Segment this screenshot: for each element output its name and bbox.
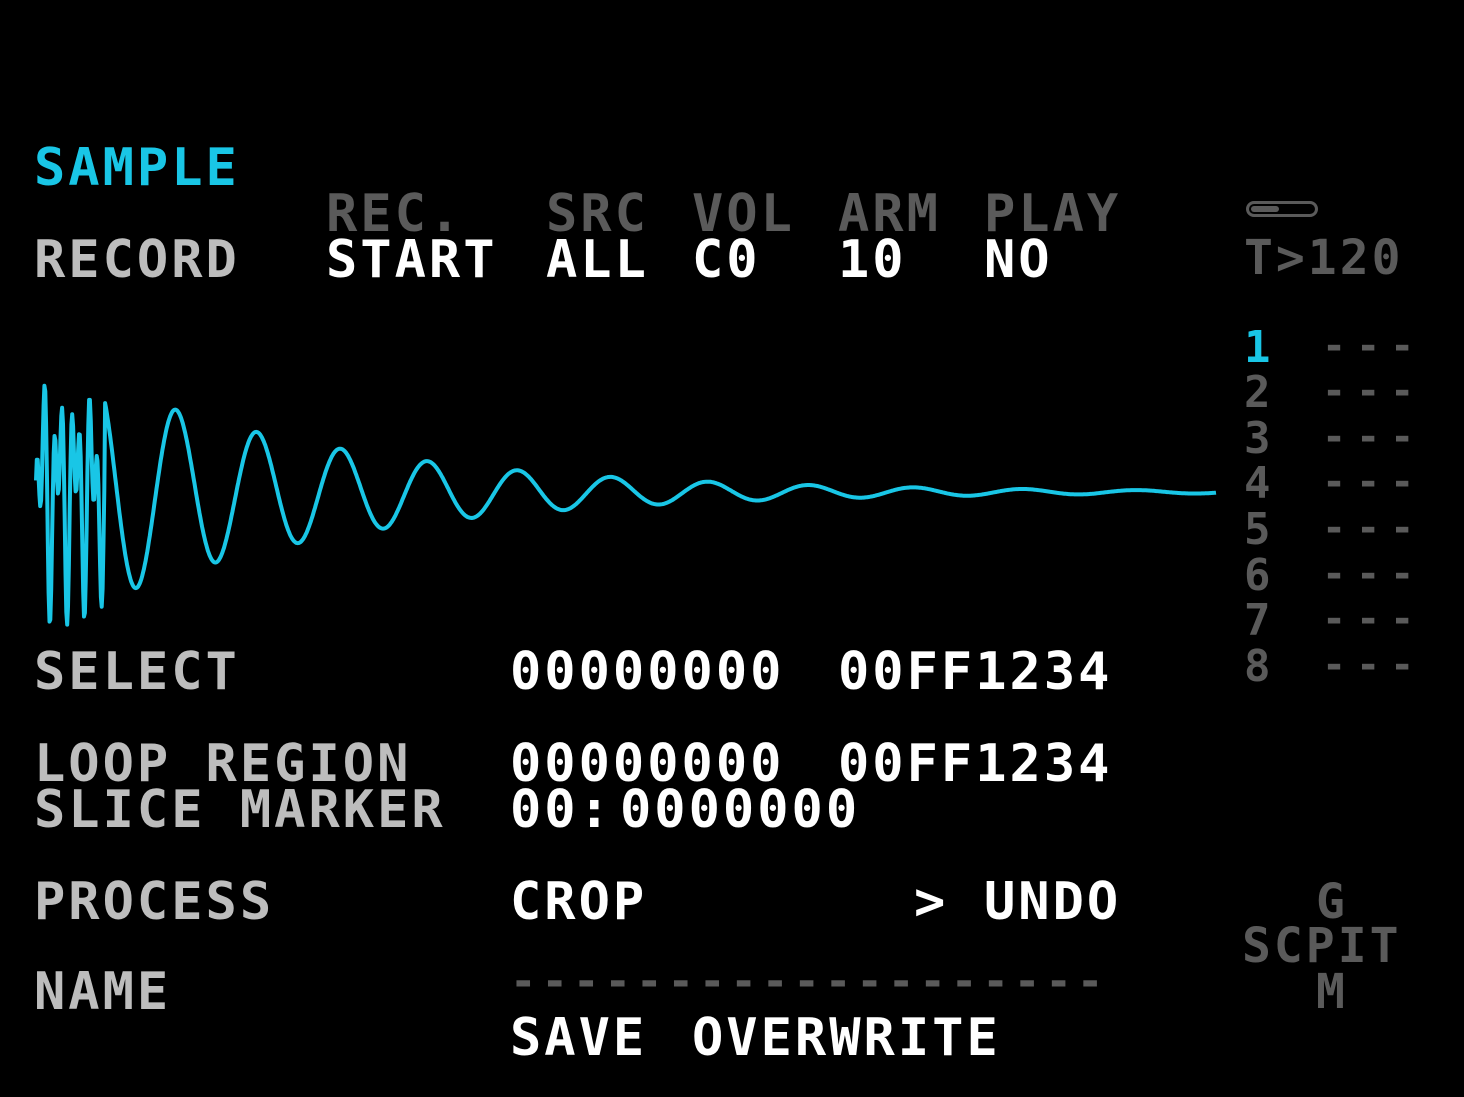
slot-value-8[interactable]: --- <box>1322 645 1424 685</box>
slot-value-7[interactable]: --- <box>1322 599 1424 639</box>
process-label: PROCESS <box>34 872 275 932</box>
record-label: RECORD <box>34 230 240 290</box>
play-value[interactable]: NO <box>984 234 1053 286</box>
slot-value-2[interactable]: --- <box>1322 371 1424 411</box>
battery-icon <box>1246 201 1318 217</box>
slice-marker-label: SLICE MARKER <box>34 780 446 840</box>
waveform-trace <box>34 383 1218 627</box>
slot-number-6[interactable]: 6 <box>1244 554 1271 598</box>
save-button[interactable]: SAVE <box>510 1012 647 1064</box>
src-value[interactable]: ALL <box>546 234 649 286</box>
slot-number-1[interactable]: 1 <box>1244 326 1271 370</box>
select-start[interactable]: 00000000 <box>510 646 784 698</box>
slot-value-4[interactable]: --- <box>1322 462 1424 502</box>
slot-value-3[interactable]: --- <box>1322 417 1424 457</box>
select-label: SELECT <box>34 642 240 702</box>
slot-number-7[interactable]: 7 <box>1244 599 1271 643</box>
vol-value[interactable]: C0 <box>692 234 761 286</box>
mode-key-m[interactable]: M <box>1316 968 1348 1016</box>
slot-number-5[interactable]: 5 <box>1244 508 1271 552</box>
slot-number-8[interactable]: 8 <box>1244 645 1271 689</box>
overwrite-button[interactable]: OVERWRITE <box>692 1012 1001 1064</box>
slot-number-3[interactable]: 3 <box>1244 417 1271 461</box>
rec-value[interactable]: START <box>326 234 498 286</box>
page-title: SAMPLE <box>34 138 240 198</box>
arm-value[interactable]: 10 <box>838 234 907 286</box>
slot-value-6[interactable]: --- <box>1322 554 1424 594</box>
selection-cursor: > <box>914 872 949 932</box>
slice-marker-index[interactable]: 00: <box>510 784 613 836</box>
mode-keys-scpit[interactable]: SCPIT <box>1242 922 1402 970</box>
slot-number-2[interactable]: 2 <box>1244 371 1271 415</box>
slot-number-4[interactable]: 4 <box>1244 462 1271 506</box>
name-field[interactable]: ------------------- <box>510 960 1108 1004</box>
slot-value-5[interactable]: --- <box>1322 508 1424 548</box>
slot-value-1[interactable]: --- <box>1322 326 1424 366</box>
select-end[interactable]: 00FF1234 <box>838 646 1112 698</box>
tempo-indicator: T>120 <box>1244 230 1404 286</box>
crop-button[interactable]: CROP <box>510 876 647 928</box>
name-label: NAME <box>34 962 172 1022</box>
undo-button[interactable]: UNDO <box>984 876 1121 928</box>
slice-marker-value[interactable]: 0000000 <box>620 784 860 836</box>
loop-region-end[interactable]: 00FF1234 <box>838 738 1112 790</box>
waveform-display[interactable] <box>30 340 1220 640</box>
